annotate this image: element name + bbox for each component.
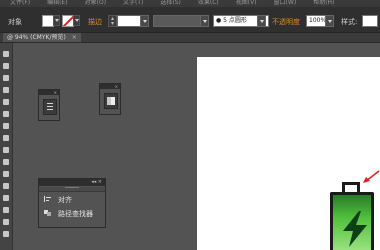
magic-wand-tool-icon[interactable] <box>3 75 9 81</box>
lightning-bolt-icon <box>343 211 367 247</box>
pathfinder-icon <box>44 210 51 216</box>
rotate-tool-icon[interactable] <box>3 159 9 165</box>
collapsed-panel-right[interactable]: × <box>99 83 121 115</box>
align-label: 对齐 <box>58 196 72 204</box>
stroke-dropdown[interactable] <box>73 15 80 26</box>
close-icon[interactable]: × <box>72 34 77 41</box>
shape-builder-tool-icon[interactable] <box>3 207 9 213</box>
menu-bar: 文件(F) 编辑(E) 对象(O) 文字(T) 选择(S) 效果(C) 视图(V… <box>0 0 380 7</box>
menu-help[interactable]: 帮助(H) <box>313 0 334 6</box>
document-tab-title: @ 94% (CMYK/预览) <box>7 34 66 41</box>
align-pathfinder-panel: ◂◂ × 对齐 路径查找器 <box>38 178 106 228</box>
align-panel-item[interactable]: 对齐 <box>39 192 105 206</box>
panel-close-icon[interactable]: × <box>39 90 59 95</box>
opacity-label[interactable]: 不透明度 <box>272 17 300 28</box>
width-tool-icon[interactable] <box>3 183 9 189</box>
fill-dropdown[interactable] <box>53 15 60 26</box>
menu-effect[interactable]: 效果(C) <box>198 0 219 6</box>
menu-select[interactable]: 选择(S) <box>160 0 181 6</box>
menu-object[interactable]: 对象(O) <box>85 0 106 6</box>
variable-width-dropdown[interactable] <box>200 15 209 27</box>
brush-value: 5 点圆形 <box>223 17 247 24</box>
paintbrush-tool-icon[interactable] <box>3 135 9 141</box>
mesh-tool-icon[interactable] <box>3 219 9 225</box>
panel-group-controls[interactable]: ◂◂ × <box>39 179 105 186</box>
stroke-label[interactable]: 描边 <box>88 17 102 28</box>
rectangle-tool-icon[interactable] <box>3 123 9 129</box>
type-tool-icon[interactable] <box>3 99 9 105</box>
line-tool-icon[interactable] <box>3 111 9 117</box>
tools-panel <box>0 43 13 250</box>
gradient-tool-icon[interactable] <box>3 231 9 237</box>
selection-tool-icon[interactable] <box>3 51 9 57</box>
collapsed-panel-left[interactable]: × <box>38 89 60 121</box>
menu-file[interactable]: 文件(F) <box>10 0 30 6</box>
menu-edit[interactable]: 编辑(E) <box>47 0 67 6</box>
style-label: 样式: <box>341 18 358 26</box>
stroke-weight-stepper[interactable]: ▴ ▾ <box>108 15 117 27</box>
menu-window[interactable]: 窗口(W) <box>274 0 297 6</box>
pathfinder-label: 路径查找器 <box>58 210 93 218</box>
document-tab-bar: @ 94% (CMYK/预览) × <box>0 33 380 43</box>
paragraph-icon[interactable] <box>43 99 57 115</box>
pencil-tool-icon[interactable] <box>3 147 9 153</box>
transparency-icon[interactable] <box>104 93 118 109</box>
brush-dropdown[interactable] <box>257 15 266 27</box>
menu-view[interactable]: 视图(V) <box>236 0 257 6</box>
battery-artwork[interactable] <box>330 192 374 250</box>
stroke-weight-dropdown[interactable] <box>140 15 149 27</box>
object-label: 对象 <box>8 18 22 26</box>
direct-selection-tool-icon[interactable] <box>3 63 9 69</box>
variable-width-profile[interactable] <box>153 15 207 27</box>
document-tab[interactable]: @ 94% (CMYK/预览) × <box>3 33 81 42</box>
red-arrow-icon <box>363 170 380 183</box>
graphic-style-swatch[interactable] <box>362 15 378 27</box>
battery-cap[interactable] <box>342 182 360 192</box>
pen-tool-icon[interactable] <box>3 87 9 93</box>
control-bar: 对象 描边 ▴ ▾ ● 5 点圆形 不透明度 100% 样式: <box>0 7 380 33</box>
scale-tool-icon[interactable] <box>3 171 9 177</box>
brush-dot-icon: ● <box>216 17 222 24</box>
menu-type[interactable]: 文字(T) <box>123 0 143 6</box>
panel-close-icon[interactable]: × <box>100 84 120 89</box>
free-transform-tool-icon[interactable] <box>3 195 9 201</box>
opacity-dropdown[interactable] <box>325 15 334 27</box>
pathfinder-panel-item[interactable]: 路径查找器 <box>39 206 105 220</box>
align-icon <box>44 196 51 202</box>
